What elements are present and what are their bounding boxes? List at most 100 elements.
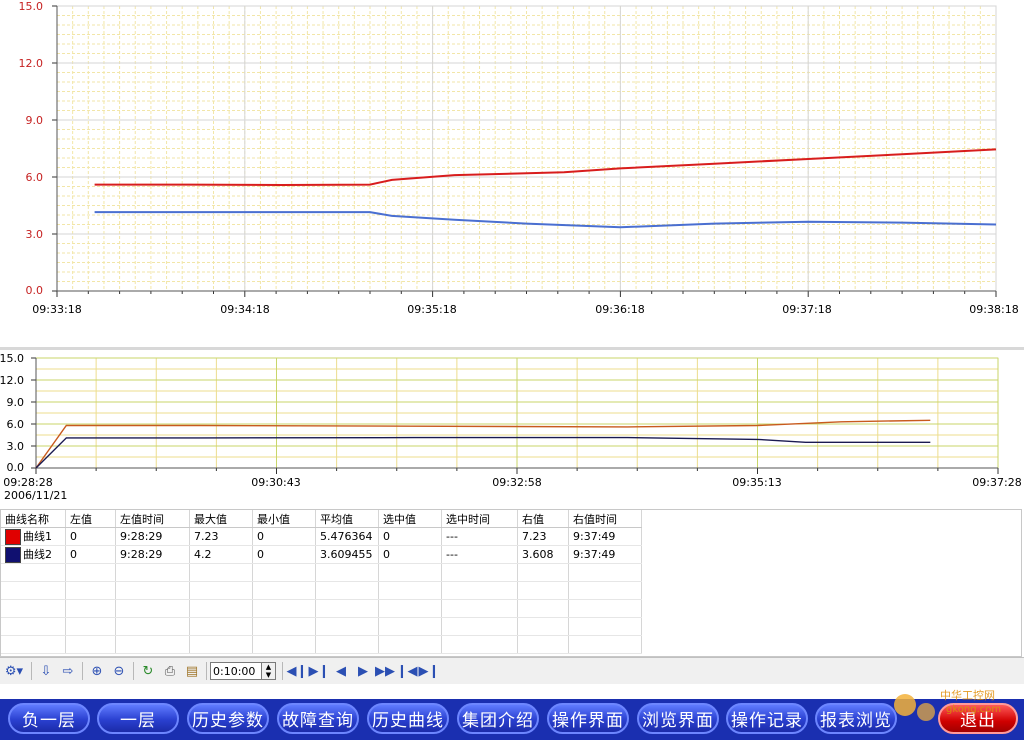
bottom-navigation-bar: 负一层 一层 历史参数 故障查询 历史曲线 集团介绍 操作界面 浏览界面 操作记… bbox=[0, 699, 1024, 740]
x-tick-label: 09:35:18 bbox=[407, 303, 456, 316]
overview-trend-chart[interactable]: 15.0 12.0 9.0 6.0 3.0 0.0 09:28:28 09:30… bbox=[0, 350, 1024, 505]
x-tick-label: 09:28:28 bbox=[3, 476, 52, 489]
curve-statistics-table: 曲线名称 左值 左值时间 最大值 最小值 平均值 选中值 选中时间 右值 右值时… bbox=[0, 509, 1022, 657]
col-header: 曲线名称 bbox=[1, 510, 66, 528]
cell: 7.23 bbox=[189, 527, 253, 546]
x-tick-label: 09:38:18 bbox=[969, 303, 1018, 316]
col-header: 平均值 bbox=[315, 510, 379, 528]
y-tick-label: 0.0 bbox=[26, 284, 44, 297]
table-empty-row bbox=[1, 599, 642, 618]
cell: 9:28:29 bbox=[115, 527, 190, 546]
col-header: 左值 bbox=[65, 510, 116, 528]
curve-name-cell: 曲线1 bbox=[1, 527, 66, 546]
cell: 0 bbox=[65, 527, 116, 546]
curve-name: 曲线1 bbox=[23, 530, 52, 543]
chevron-down-icon[interactable]: ▼ bbox=[266, 671, 271, 679]
curve-name-cell: 曲线2 bbox=[1, 545, 66, 564]
cell: 3.609455 bbox=[315, 545, 379, 564]
chart-toolbar: ⚙▾ ⇩ ⇨ ⊕ ⊖ ↻ ⎙ ▤ ▲▼ ◀❙ ▶❙ ◀ ▶ ▶▶ ❙◀ ▶❙ bbox=[0, 657, 1024, 684]
curve-name: 曲线2 bbox=[23, 548, 52, 561]
x-tick-label: 09:34:18 bbox=[220, 303, 269, 316]
y-tick-label: 12.0 bbox=[19, 57, 44, 70]
y-tick-label: 12.0 bbox=[0, 374, 24, 387]
cell: 4.2 bbox=[189, 545, 253, 564]
y-tick-label: 3.0 bbox=[7, 440, 25, 453]
settings-icon[interactable]: ▤ bbox=[181, 661, 203, 681]
overview-date: 2006/11/21 bbox=[4, 489, 67, 502]
x-tick-label: 09:32:58 bbox=[492, 476, 541, 489]
cell: 0 bbox=[378, 545, 442, 564]
cell: 7.23 bbox=[517, 527, 569, 546]
nav-button-first-floor[interactable]: 一层 bbox=[97, 703, 179, 734]
toolbar-separator bbox=[82, 662, 83, 680]
overview-y-axis: 15.0 12.0 9.0 6.0 3.0 0.0 bbox=[0, 352, 24, 474]
cell: 9:37:49 bbox=[568, 545, 642, 564]
col-header: 右值时间 bbox=[568, 510, 642, 528]
y-tick-label: 6.0 bbox=[26, 171, 44, 184]
print-icon[interactable]: ⎙ bbox=[159, 661, 181, 681]
chevron-up-icon[interactable]: ▲ bbox=[266, 663, 271, 671]
cell: 0 bbox=[252, 527, 316, 546]
step-back-icon[interactable]: ◀ bbox=[330, 661, 352, 681]
refresh-icon[interactable]: ↻ bbox=[137, 661, 159, 681]
y-tick-label: 9.0 bbox=[26, 114, 44, 127]
y-tick-label: 9.0 bbox=[7, 396, 25, 409]
step-forward-icon[interactable]: ▶ bbox=[352, 661, 374, 681]
col-header: 最大值 bbox=[189, 510, 253, 528]
nav-button-group-intro[interactable]: 集团介绍 bbox=[457, 703, 539, 734]
nav-button-history-curve[interactable]: 历史曲线 bbox=[367, 703, 449, 734]
col-header: 最小值 bbox=[252, 510, 316, 528]
table-empty-row bbox=[1, 635, 642, 654]
nav-button-history-params[interactable]: 历史参数 bbox=[187, 703, 269, 734]
y-tick-label: 0.0 bbox=[7, 461, 25, 474]
cell: 0 bbox=[65, 545, 116, 564]
table-header-row: 曲线名称 左值 左值时间 最大值 最小值 平均值 选中值 选中时间 右值 右值时… bbox=[1, 510, 642, 528]
cell: 9:37:49 bbox=[568, 527, 642, 546]
nav-button-operation-log[interactable]: 操作记录 bbox=[726, 703, 808, 734]
col-header: 右值 bbox=[517, 510, 569, 528]
nav-button-browse-ui[interactable]: 浏览界面 bbox=[637, 703, 719, 734]
main-chart-x-axis: 09:33:18 09:34:18 09:35:18 09:36:18 09:3… bbox=[32, 303, 1018, 316]
x-tick-label: 09:30:43 bbox=[251, 476, 300, 489]
export-icon[interactable]: ⇨ bbox=[57, 661, 79, 681]
col-header: 选中时间 bbox=[441, 510, 518, 528]
fast-forward-icon[interactable]: ▶▶ bbox=[374, 661, 396, 681]
nav-button-basement[interactable]: 负一层 bbox=[8, 703, 90, 734]
cell: 0 bbox=[378, 527, 442, 546]
curve-color-swatch bbox=[5, 529, 21, 545]
curve-color-swatch bbox=[5, 547, 21, 563]
import-icon[interactable]: ⇩ bbox=[35, 661, 57, 681]
nav-button-fault-query[interactable]: 故障查询 bbox=[277, 703, 359, 734]
toolbar-separator bbox=[133, 662, 134, 680]
toolbar-separator bbox=[282, 662, 283, 680]
nav-button-operation-ui[interactable]: 操作界面 bbox=[547, 703, 629, 734]
y-tick-label: 6.0 bbox=[7, 418, 25, 431]
col-header: 左值时间 bbox=[115, 510, 190, 528]
main-trend-chart[interactable]: 15.0 12.0 9.0 6.0 3.0 0.0 09:33:18 09:34… bbox=[0, 0, 1024, 325]
cell: 3.608 bbox=[517, 545, 569, 564]
table-empty-row bbox=[1, 563, 642, 582]
cell: 0 bbox=[252, 545, 316, 564]
toolbar-separator bbox=[31, 662, 32, 680]
table-row[interactable]: 曲线2 0 9:28:29 4.2 0 3.609455 0 --- 3.608… bbox=[1, 545, 642, 564]
y-tick-label: 15.0 bbox=[19, 0, 44, 13]
cell: --- bbox=[441, 527, 518, 546]
cell: --- bbox=[441, 545, 518, 564]
zoom-in-icon[interactable]: ⊕ bbox=[86, 661, 108, 681]
time-span-input[interactable] bbox=[210, 662, 262, 680]
jump-end-icon[interactable]: ▶❙ bbox=[418, 661, 440, 681]
cell: 9:28:29 bbox=[115, 545, 190, 564]
table-empty-row bbox=[1, 617, 642, 636]
x-tick-label: 09:37:28 bbox=[972, 476, 1021, 489]
table-row[interactable]: 曲线1 0 9:28:29 7.23 0 5.476364 0 --- 7.23… bbox=[1, 527, 642, 546]
zoom-out-icon[interactable]: ⊖ bbox=[108, 661, 130, 681]
overview-x-axis: 09:28:28 09:30:43 09:32:58 09:35:13 09:3… bbox=[3, 476, 1021, 502]
next-page-icon[interactable]: ▶❙ bbox=[308, 661, 330, 681]
nav-button-report-browse[interactable]: 报表浏览 bbox=[815, 703, 897, 734]
time-span-stepper[interactable]: ▲ ▼ bbox=[262, 662, 276, 680]
jump-start-icon[interactable]: ❙◀ bbox=[396, 661, 418, 681]
exit-button[interactable]: 退出 bbox=[938, 703, 1018, 734]
y-tick-label: 15.0 bbox=[0, 352, 24, 365]
select-tool-icon[interactable]: ⚙▾ bbox=[0, 661, 28, 681]
first-page-icon[interactable]: ◀❙ bbox=[286, 661, 308, 681]
